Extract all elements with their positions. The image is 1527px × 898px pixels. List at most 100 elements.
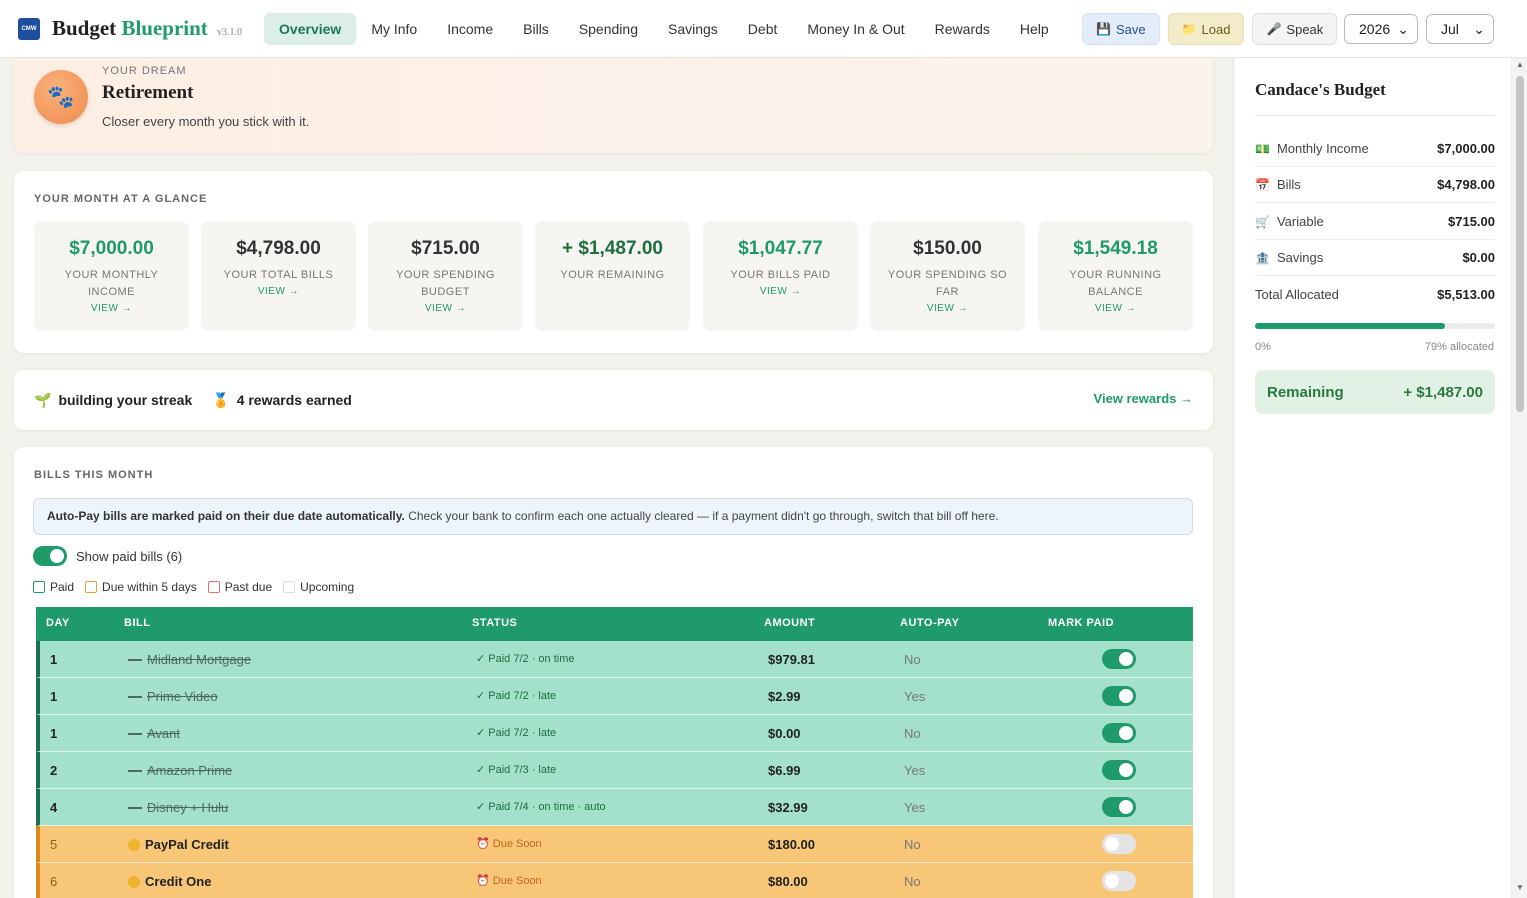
allocation-progress-fill	[1255, 323, 1445, 329]
budget-sidebar: Candace's Budget 💵 Monthly Income $7,000.…	[1233, 58, 1511, 898]
mark-paid-toggle[interactable]	[1102, 686, 1136, 706]
stat-total-bills[interactable]: $4,798.00 YOUR TOTAL BILLS VIEW →	[201, 221, 356, 331]
page-scrollbar[interactable]: ▲ ▼	[1512, 58, 1527, 898]
table-row: 5 PayPal Credit ⏰ Due Soon $180.00 No	[36, 826, 1193, 863]
nav-savings[interactable]: Savings	[653, 13, 733, 45]
microphone-icon: 🎤	[1266, 22, 1282, 36]
table-row: 1 Midland Mortgage ✓ Paid 7/2 · on time …	[36, 641, 1193, 678]
scroll-down-icon[interactable]: ▼	[1516, 883, 1524, 892]
nav-spending[interactable]: Spending	[564, 13, 653, 45]
paid-dash-icon	[128, 658, 142, 661]
top-bar: CMW Budget Blueprint v3.1.0 Overview My …	[0, 0, 1527, 58]
divider	[1255, 115, 1495, 116]
mark-paid-toggle[interactable]	[1102, 871, 1136, 891]
mark-paid-toggle[interactable]	[1102, 834, 1136, 854]
month-select[interactable]: Jul ⌄	[1426, 14, 1494, 44]
save-button[interactable]: 💾 Save	[1082, 13, 1160, 45]
mark-paid-toggle[interactable]	[1102, 723, 1136, 743]
table-header: DAY BILL STATUS AMOUNT AUTO-PAY MARK PAI…	[36, 607, 1193, 641]
cart-icon: 🛒	[1255, 214, 1270, 229]
autopay-notice: Auto-Pay bills are marked paid on their …	[33, 498, 1193, 535]
paid-dash-icon	[128, 695, 142, 698]
load-button[interactable]: 📁 Load	[1167, 13, 1245, 45]
legend-due-soon: Due within 5 days	[85, 580, 197, 594]
scroll-up-icon[interactable]: ▲	[1516, 60, 1524, 69]
table-row: 1 Prime Video ✓ Paid 7/2 · late $2.99 Ye…	[36, 678, 1193, 715]
moon-icon	[128, 838, 140, 851]
chevron-down-icon: ⌄	[1397, 20, 1409, 37]
view-link[interactable]: VIEW →	[201, 286, 356, 297]
stat-spending-so-far[interactable]: $150.00 YOUR SPENDING SO FAR VIEW →	[870, 221, 1025, 331]
bank-icon: 🏦	[1255, 250, 1270, 265]
speak-button[interactable]: 🎤 Speak	[1252, 13, 1338, 45]
nav-debt[interactable]: Debt	[733, 13, 793, 45]
stat-monthly-income[interactable]: $7,000.00 YOUR MONTHLY INCOME VIEW →	[34, 221, 189, 331]
bills-card: BILLS THIS MONTH Auto-Pay bills are mark…	[14, 447, 1213, 898]
nav-income[interactable]: Income	[432, 13, 508, 45]
view-link[interactable]: VIEW →	[1038, 303, 1193, 314]
rewards-count: 🏅 4 rewards earned	[212, 391, 352, 409]
legend-paid: Paid	[33, 580, 74, 594]
chevron-down-icon: ⌄	[1473, 20, 1485, 37]
nav-bills[interactable]: Bills	[508, 13, 564, 45]
sprout-icon: 🌱	[34, 391, 52, 408]
sidebar-row-variable: 🛒 Variable $715.00	[1255, 204, 1495, 240]
view-link[interactable]: VIEW →	[703, 286, 858, 297]
streak-card: 🌱 building your streak 🏅 4 rewards earne…	[14, 370, 1213, 430]
dream-label: YOUR DREAM	[102, 65, 187, 77]
year-select[interactable]: 2026 ⌄	[1344, 14, 1418, 44]
floppy-disk-icon: 💾	[1096, 22, 1111, 36]
dream-title: Retirement	[102, 82, 194, 103]
allocation-progress-bar	[1255, 323, 1495, 329]
mark-paid-toggle[interactable]	[1102, 760, 1136, 780]
view-link[interactable]: VIEW →	[34, 303, 189, 314]
month-glance-card: YOUR MONTH AT A GLANCE $7,000.00 YOUR MO…	[14, 171, 1213, 353]
paid-dash-icon	[128, 732, 142, 735]
table-row: 2 Amazon Prime ✓ Paid 7/3 · late $6.99 Y…	[36, 752, 1193, 789]
nav-overview[interactable]: Overview	[264, 12, 357, 45]
stat-bills-paid[interactable]: $1,047.77 YOUR BILLS PAID VIEW →	[703, 221, 858, 331]
bills-table: DAY BILL STATUS AMOUNT AUTO-PAY MARK PAI…	[36, 607, 1193, 898]
scrollbar-thumb[interactable]	[1516, 76, 1524, 412]
nav-rewards[interactable]: Rewards	[920, 13, 1005, 45]
money-icon: 💵	[1255, 141, 1270, 156]
nav-help[interactable]: Help	[1005, 13, 1064, 45]
show-paid-toggle-row: Show paid bills (6)	[33, 546, 182, 566]
main-nav: Overview My Info Income Bills Spending S…	[264, 12, 1064, 45]
stat-remaining: + $1,487.00 YOUR REMAINING	[535, 221, 690, 331]
legend-upcoming: Upcoming	[283, 580, 354, 594]
section-title: YOUR MONTH AT A GLANCE	[34, 193, 208, 205]
section-title: BILLS THIS MONTH	[34, 469, 154, 481]
view-rewards-link[interactable]: View rewards →	[1094, 391, 1193, 406]
remaining-box: Remaining + $1,487.00	[1255, 370, 1495, 414]
paid-dash-icon	[128, 806, 142, 809]
folder-icon: 📁	[1181, 22, 1197, 36]
view-link[interactable]: VIEW →	[870, 303, 1025, 314]
progress-min-label: 0%	[1255, 341, 1271, 353]
legend-past-due: Past due	[207, 580, 272, 594]
calendar-icon: 📅	[1255, 177, 1270, 192]
sidebar-row-bills: 📅 Bills $4,798.00	[1255, 167, 1495, 203]
header-actions: 💾 Save 📁 Load 🎤 Speak	[1082, 13, 1338, 45]
stat-spending-budget[interactable]: $715.00 YOUR SPENDING BUDGET VIEW →	[368, 221, 523, 331]
brand-title: Budget Blueprint v3.1.0	[52, 16, 243, 40]
paw-icon: 🐾	[34, 70, 88, 124]
sidebar-row-income: 💵 Monthly Income $7,000.00	[1255, 131, 1495, 167]
app-logo: CMW	[18, 17, 40, 40]
mark-paid-toggle[interactable]	[1102, 797, 1136, 817]
table-row: 4 Disney + Hulu ✓ Paid 7/4 · on time · a…	[36, 789, 1193, 826]
dream-subtitle: Closer every month you stick with it.	[102, 114, 310, 129]
stat-running-balance[interactable]: $1,549.18 YOUR RUNNING BALANCE VIEW →	[1038, 221, 1193, 331]
sidebar-title: Candace's Budget	[1255, 80, 1386, 99]
sidebar-row-savings: 🏦 Savings $0.00	[1255, 240, 1495, 276]
table-row: 1 Avant ✓ Paid 7/2 · late $0.00 No	[36, 715, 1193, 752]
table-row: 6 Credit One ⏰ Due Soon $80.00 No	[36, 863, 1193, 898]
streak-status: 🌱 building your streak	[34, 391, 193, 409]
nav-my-info[interactable]: My Info	[356, 13, 432, 45]
progress-label: 79% allocated	[1424, 341, 1494, 353]
moon-icon	[128, 875, 140, 888]
nav-money-in-out[interactable]: Money In & Out	[792, 13, 919, 45]
view-link[interactable]: VIEW →	[368, 303, 523, 314]
mark-paid-toggle[interactable]	[1102, 649, 1136, 669]
show-paid-toggle[interactable]	[33, 546, 67, 566]
